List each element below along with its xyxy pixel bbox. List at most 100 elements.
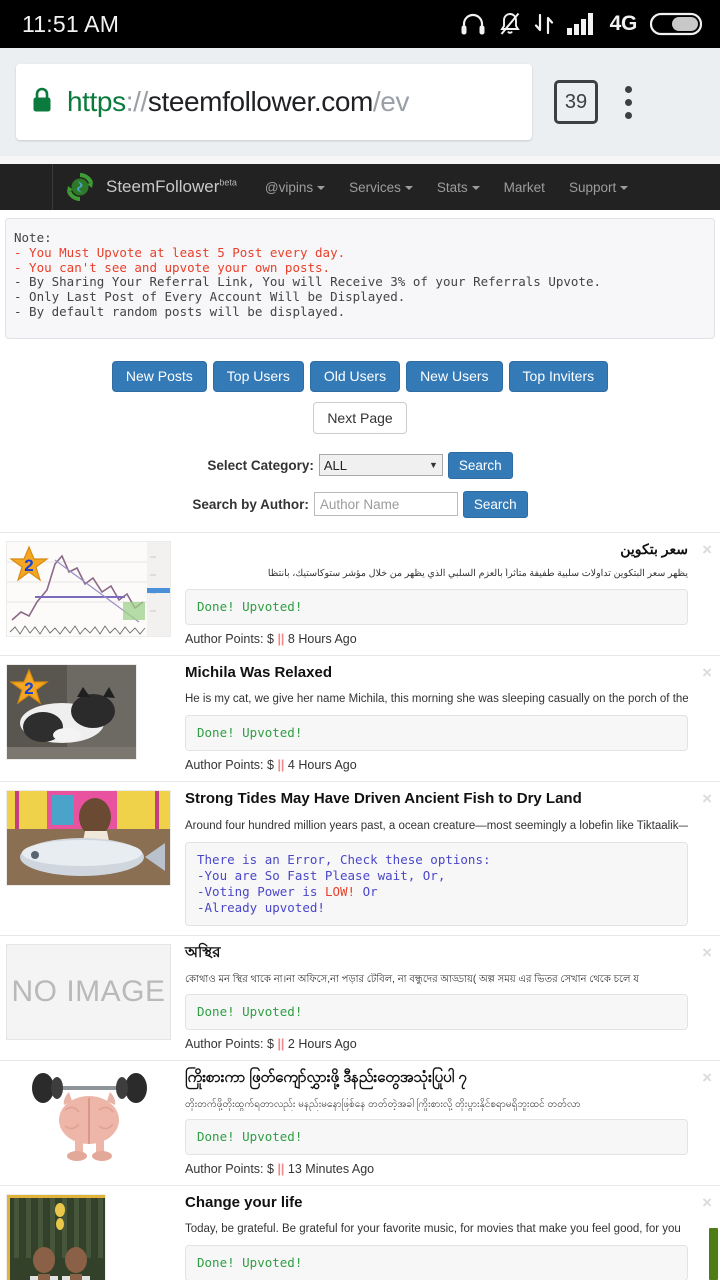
post-author-points: Author Points: $: [185, 1036, 274, 1051]
post-title[interactable]: ကြိုးစားကာ ဖြတ်ကျော်လွှားဖို့ ဒီနည်းတွေအ…: [185, 1069, 688, 1088]
meta-separator: ||: [277, 758, 285, 773]
post-item[interactable]: ကြိုးစားကာ ဖြတ်ကျော်လွှားဖို့ ဒီနည်းတွေအ…: [0, 1059, 720, 1185]
rank-star-badge: 2: [9, 544, 49, 584]
post-thumbnail[interactable]: [6, 1068, 171, 1165]
post-item[interactable]: 0.000.000.000.00 2 سعر بتكوين يظهر سعر ا…: [0, 531, 720, 655]
nav-item-market[interactable]: Market: [492, 180, 557, 195]
note-panel: Note: - You Must Upvote at least 5 Post …: [5, 218, 715, 339]
author-search-row: Search by Author: Author Name Search: [0, 490, 720, 518]
post-author-points: Author Points: $: [185, 1161, 274, 1176]
author-search-input[interactable]: Author Name: [313, 492, 458, 517]
close-icon[interactable]: ×: [702, 1069, 712, 1086]
post-title[interactable]: Change your life: [185, 1194, 688, 1213]
post-thumbnail-wrap: [6, 1068, 171, 1176]
post-item[interactable]: Strong Tides May Have Driven Ancient Fis…: [0, 781, 720, 936]
post-status-box: Done! Upvoted!: [185, 1245, 688, 1280]
close-icon[interactable]: ×: [702, 790, 712, 807]
battery-icon: [650, 12, 702, 36]
url-host: steemfollower.com: [147, 86, 373, 117]
post-time: 2 Hours Ago: [287, 1036, 357, 1051]
brand-label: SteemFollowerbeta: [106, 177, 237, 196]
svg-text:0.00: 0.00: [150, 555, 156, 559]
filter-top-inviters-button[interactable]: Top Inviters: [508, 360, 609, 392]
address-bar[interactable]: https://steemfollower.com/ev: [16, 64, 532, 140]
status-time: 11:51 AM: [22, 10, 120, 37]
signal-bars-icon: [566, 13, 597, 35]
error-line-4: -Already upvoted!: [197, 900, 325, 916]
status-icon-group: 4G: [460, 12, 702, 36]
post-thumbnail[interactable]: NO IMAGE: [6, 944, 171, 1041]
filter-top-users-button[interactable]: Top Users: [212, 360, 304, 392]
next-page-button[interactable]: Next Page: [313, 401, 407, 434]
nav-item-services[interactable]: Services: [337, 180, 425, 195]
post-item[interactable]: Change your life Today, be grateful. Be …: [0, 1184, 720, 1280]
category-select[interactable]: ALL ▼: [318, 454, 443, 477]
chrome-divider: [0, 156, 720, 164]
category-label: Select Category:: [207, 457, 314, 473]
address-bar-url: https://steemfollower.com/ev: [67, 86, 409, 118]
note-line-4: - Only Last Post of Every Account Will b…: [14, 289, 406, 304]
post-thumbnail[interactable]: 2: [6, 663, 137, 760]
post-time: 8 Hours Ago: [287, 631, 357, 646]
gym-photo-thumbnail: [7, 1194, 105, 1280]
note-line-5: - By default random posts will be displa…: [14, 303, 346, 319]
chevron-down-icon: [317, 185, 326, 190]
post-status-box: Done! Upvoted!: [185, 993, 688, 1030]
post-status-text: Done! Upvoted!: [197, 598, 303, 614]
post-title[interactable]: سعر بتكوين: [185, 541, 688, 559]
post-thumbnail[interactable]: [6, 790, 171, 887]
post-time: 4 Hours Ago: [287, 758, 357, 773]
post-time: 13 Minutes Ago: [287, 1161, 375, 1176]
brand-block[interactable]: SteemFollowerbeta: [52, 164, 237, 210]
tab-count-button[interactable]: 39: [554, 80, 598, 124]
post-title[interactable]: Michila Was Relaxed: [185, 664, 688, 683]
author-search-button[interactable]: Search: [462, 490, 528, 518]
category-search-button[interactable]: Search: [447, 451, 513, 479]
data-transfer-icon: [534, 12, 554, 36]
page-scrollbar[interactable]: [709, 1228, 718, 1280]
post-title[interactable]: Strong Tides May Have Driven Ancient Fis…: [185, 790, 688, 809]
note-line-3: - By Sharing Your Referral Link, You wil…: [14, 274, 601, 290]
post-body: Michila Was Relaxed He is my cat, we giv…: [171, 664, 714, 773]
post-excerpt: يظهر سعر البتكوين تداولات سلبية طفيفة مت…: [267, 568, 688, 580]
category-selected-value: ALL: [323, 457, 348, 473]
meta-separator: ||: [277, 1036, 285, 1051]
pagination-row: Next Page: [0, 401, 720, 434]
close-icon[interactable]: ×: [702, 664, 712, 681]
post-meta: Author Points: $ || 2 Hours Ago: [185, 1037, 688, 1051]
post-title[interactable]: অস্থির: [185, 944, 688, 963]
kebab-menu-icon[interactable]: [610, 85, 646, 119]
filter-old-users-button[interactable]: Old Users: [309, 360, 401, 392]
brand-beta-tag: beta: [219, 177, 237, 188]
post-status-box: Done! Upvoted!: [185, 588, 688, 625]
post-item[interactable]: 2 Michila Was Relaxed He is my cat, we g…: [0, 654, 720, 782]
post-status-text: Done! Upvoted!: [197, 1003, 303, 1019]
post-body: Change your life Today, be grateful. Be …: [171, 1194, 714, 1280]
note-line-1: - You Must Upvote at least 5 Post every …: [14, 244, 346, 260]
close-icon[interactable]: ×: [702, 541, 712, 558]
post-body: অস্থির কোথাও মন স্থির থাকে না।না অফিসে,ন…: [171, 944, 714, 1051]
filter-new-users-button[interactable]: New Users: [406, 360, 503, 392]
post-author-points: Author Points: $: [185, 631, 274, 646]
nav-item-support[interactable]: Support: [557, 180, 640, 195]
svg-text:2: 2: [24, 556, 33, 575]
post-author-points: Author Points: $: [185, 758, 274, 773]
nav-item-vipins[interactable]: @vipins: [253, 180, 337, 195]
nav-item-stats[interactable]: Stats: [425, 180, 492, 195]
headphones-icon: [460, 13, 486, 35]
post-thumbnail-wrap: 2: [6, 663, 171, 773]
post-item[interactable]: NO IMAGE অস্থির কোথাও মন স্থির থাকে না।ন…: [0, 935, 720, 1060]
note-heading: Note:: [14, 230, 52, 245]
navbar-links: @vipins Services Stats Market Support: [253, 180, 640, 195]
post-thumbnail[interactable]: 0.000.000.000.00 2: [6, 540, 171, 637]
close-icon[interactable]: ×: [702, 944, 712, 961]
android-status-bar: 11:51 AM 4G: [0, 0, 720, 48]
post-thumbnail-wrap: 0.000.000.000.00 2: [6, 540, 171, 646]
category-search-row: Select Category: ALL ▼ Search: [0, 451, 720, 479]
url-scheme: https: [67, 86, 126, 117]
meta-separator: ||: [277, 1161, 285, 1176]
post-status-box: Done! Upvoted!: [185, 1118, 688, 1155]
filter-new-posts-button[interactable]: New Posts: [111, 360, 207, 392]
post-thumbnail[interactable]: [6, 1193, 106, 1280]
close-icon[interactable]: ×: [702, 1194, 712, 1211]
